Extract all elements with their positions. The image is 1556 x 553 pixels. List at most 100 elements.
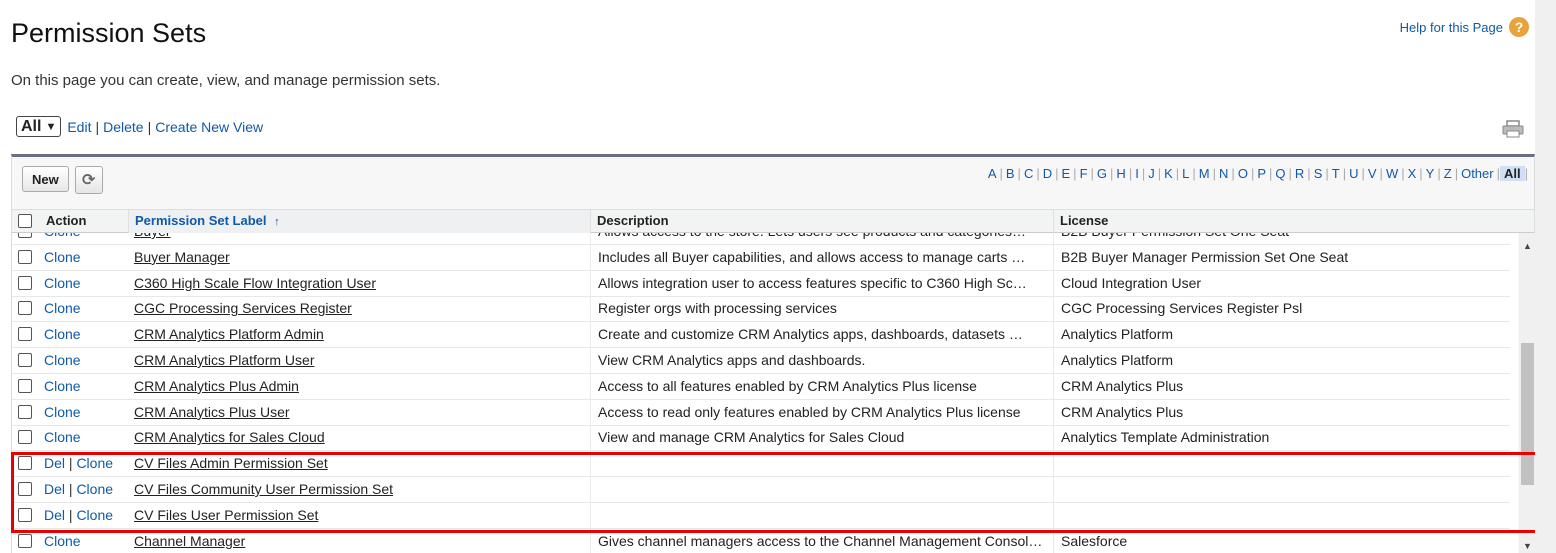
column-header-license[interactable]: License (1053, 210, 1534, 233)
row-description: Includes all Buyer capabilities, and all… (590, 244, 1053, 270)
row-label-cell: Channel Manager (134, 529, 588, 553)
row-checkbox[interactable] (18, 233, 32, 238)
refresh-button[interactable]: ⟳ (74, 166, 103, 194)
alphabet-filter: A | B | C | D | E | F | G | H | I | J | K | L | M | N | O | P | Q | R | S | T |… (985, 166, 1528, 181)
alphabet-letter-j[interactable]: J (1145, 166, 1158, 181)
alphabet-letter-g[interactable]: G (1094, 166, 1110, 181)
row-checkbox[interactable] (18, 482, 32, 496)
permission-set-link[interactable]: CRM Analytics Platform User (134, 352, 314, 368)
select-all-checkbox[interactable] (18, 214, 32, 228)
alphabet-letter-k[interactable]: K (1161, 166, 1176, 181)
alphabet-letter-z[interactable]: Z (1441, 166, 1455, 181)
alphabet-letter-x[interactable]: X (1405, 166, 1420, 181)
clone-link[interactable]: Clone (44, 378, 81, 394)
alphabet-letter-p[interactable]: P (1254, 166, 1269, 181)
print-icon[interactable] (1502, 120, 1524, 138)
row-checkbox[interactable] (18, 275, 32, 290)
table-row: Del | Clone CV Files User Permission Set (12, 502, 1510, 529)
alphabet-letter-h[interactable]: H (1113, 166, 1128, 181)
view-select[interactable]: All ▼ (16, 116, 62, 137)
alphabet-letter-t[interactable]: T (1329, 166, 1343, 181)
alphabet-letter-l[interactable]: L (1179, 166, 1192, 181)
column-header-label[interactable]: Permission Set Label ↑ (128, 210, 590, 233)
clone-link[interactable]: Clone (44, 300, 81, 316)
permission-set-link[interactable]: Buyer (134, 233, 171, 239)
permission-set-link[interactable]: CRM Analytics Platform Admin (134, 326, 324, 342)
row-checkbox[interactable] (18, 430, 32, 445)
clone-link[interactable]: Clone (44, 533, 81, 549)
new-button[interactable]: New (22, 166, 69, 192)
row-checkbox[interactable] (18, 456, 32, 471)
row-checkbox[interactable] (18, 249, 32, 264)
clone-link[interactable]: Clone (76, 481, 113, 497)
row-label-cell: CRM Analytics for Sales Cloud (134, 425, 588, 450)
scroll-down-icon[interactable]: ▼ (1523, 541, 1532, 551)
permission-set-link[interactable]: CRM Analytics Plus Admin (134, 378, 299, 394)
alphabet-letter-n[interactable]: N (1216, 166, 1231, 181)
permission-set-link[interactable]: CRM Analytics for Sales Cloud (134, 429, 325, 445)
permission-set-link[interactable]: Channel Manager (134, 533, 245, 549)
alphabet-letter-u[interactable]: U (1346, 166, 1361, 181)
delete-link[interactable]: Del (44, 507, 65, 523)
alphabet-letter-q[interactable]: Q (1272, 166, 1288, 181)
permission-set-link[interactable]: CV Files User Permission Set (134, 507, 318, 523)
row-checkbox[interactable] (18, 533, 32, 548)
row-checkbox[interactable] (18, 301, 32, 316)
scroll-up-icon[interactable]: ▲ (1523, 241, 1532, 251)
row-label-cell: Buyer (134, 233, 588, 244)
edit-view-link[interactable]: Edit (67, 119, 91, 135)
permission-set-link[interactable]: CGC Processing Services Register (134, 300, 352, 316)
clone-link[interactable]: Clone (44, 352, 81, 368)
clone-link[interactable]: Clone (44, 233, 81, 239)
help-icon[interactable]: ? (1509, 17, 1529, 37)
alphabet-letter-c[interactable]: C (1021, 166, 1036, 181)
row-checkbox[interactable] (18, 404, 32, 419)
row-description (590, 477, 1053, 502)
window-scrollbar[interactable] (1535, 0, 1556, 553)
vertical-scrollbar[interactable]: ▲ ▼ (1519, 233, 1536, 553)
alphabet-letter-y[interactable]: Y (1423, 166, 1438, 181)
delete-link[interactable]: Del (44, 455, 65, 471)
clone-link[interactable]: Clone (44, 326, 81, 342)
row-checkbox[interactable] (18, 327, 32, 342)
clone-link[interactable]: Clone (44, 404, 81, 420)
alphabet-letter-other[interactable]: Other (1458, 166, 1497, 181)
alphabet-letter-o[interactable]: O (1235, 166, 1251, 181)
clone-link[interactable]: Clone (44, 429, 81, 445)
create-new-view-link[interactable]: Create New View (155, 119, 263, 135)
alphabet-letter-all[interactable]: All (1499, 166, 1525, 181)
clone-link[interactable]: Clone (76, 507, 113, 523)
row-actions: Clone (44, 400, 130, 425)
alphabet-letter-v[interactable]: V (1365, 166, 1380, 181)
permission-set-link[interactable]: CRM Analytics Plus User (134, 404, 290, 420)
row-checkbox[interactable] (18, 353, 32, 367)
permission-set-link[interactable]: CV Files Admin Permission Set (134, 455, 328, 471)
row-checkbox[interactable] (18, 378, 32, 393)
clone-link[interactable]: Clone (76, 455, 113, 471)
delete-link[interactable]: Del (44, 481, 65, 497)
alphabet-letter-f[interactable]: F (1077, 166, 1091, 181)
clone-link[interactable]: Clone (44, 275, 81, 291)
clone-link[interactable]: Clone (44, 249, 81, 265)
row-checkbox[interactable] (18, 507, 32, 522)
row-select-cell (12, 529, 40, 553)
help-link[interactable]: Help for this Page (1400, 20, 1503, 35)
permission-set-link[interactable]: Buyer Manager (134, 249, 230, 265)
column-header-label-text[interactable]: Permission Set Label (135, 213, 267, 228)
alphabet-letter-d[interactable]: D (1040, 166, 1055, 181)
alphabet-letter-i[interactable]: I (1132, 166, 1142, 181)
table-row: Clone CRM Analytics for Sales Cloud View a… (12, 425, 1510, 452)
alphabet-letter-a[interactable]: A (985, 166, 1000, 181)
alphabet-letter-m[interactable]: M (1196, 166, 1213, 181)
scrollbar-thumb[interactable] (1521, 343, 1534, 485)
alphabet-letter-w[interactable]: W (1383, 166, 1401, 181)
permission-set-link[interactable]: CV Files Community User Permission Set (134, 481, 393, 497)
row-actions: Del | Clone (44, 503, 130, 528)
delete-view-link[interactable]: Delete (103, 119, 143, 135)
column-header-description[interactable]: Description (590, 210, 1053, 233)
permission-set-link[interactable]: C360 High Scale Flow Integration User (134, 275, 376, 291)
alphabet-letter-r[interactable]: R (1292, 166, 1307, 181)
alphabet-letter-s[interactable]: S (1311, 166, 1326, 181)
alphabet-letter-e[interactable]: E (1059, 166, 1074, 181)
alphabet-letter-b[interactable]: B (1003, 166, 1018, 181)
